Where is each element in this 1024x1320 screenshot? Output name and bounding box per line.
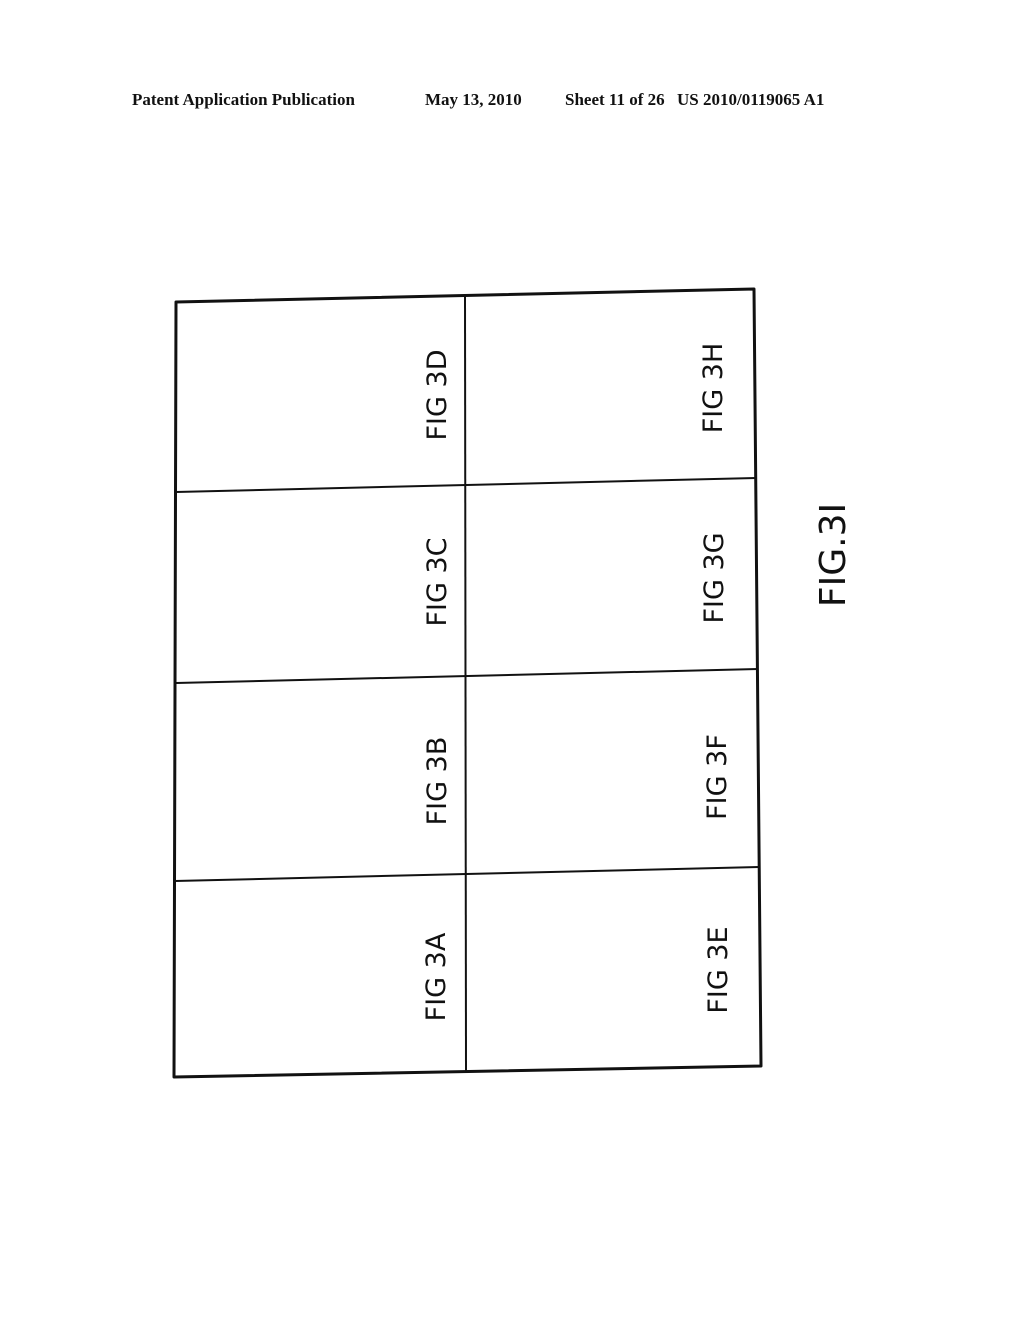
cell-label: FIG 3H: [698, 343, 729, 433]
grid-row-divider: [174, 866, 760, 882]
figure-drawing: FIG 3D FIG 3H FIG 3C FIG 3G FIG 3B FIG 3…: [172, 287, 854, 1079]
cell-label: FIG 3D: [422, 350, 453, 441]
cell-label: FIG 3C: [422, 537, 453, 626]
cell-label: FIG 3F: [702, 734, 733, 820]
cell-label: FIG 3E: [703, 926, 734, 1013]
grid-outer-border: [172, 287, 763, 1079]
cell-label: FIG 3B: [422, 737, 453, 826]
cell-label: FIG 3A: [421, 932, 452, 1021]
grid-row-divider: [175, 668, 759, 684]
grid-column-divider: [464, 295, 467, 1073]
cell-label: FIG 3G: [699, 532, 730, 623]
figure-caption: FIG.3I: [813, 503, 854, 607]
